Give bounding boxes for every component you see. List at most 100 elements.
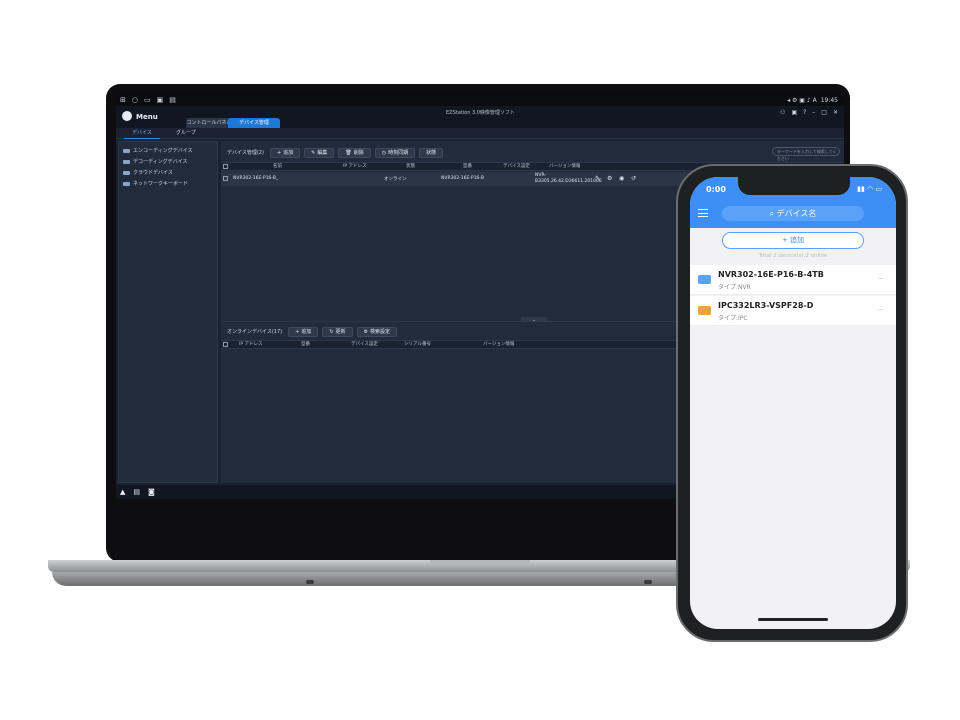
hamburger-menu-icon[interactable] — [698, 209, 708, 217]
column-header[interactable]: IP アドレス — [239, 341, 262, 349]
sidebar-item-encoding[interactable]: エンコーディングデバイス — [123, 146, 193, 156]
help-icon[interactable]: ? — [803, 109, 806, 116]
search-icon[interactable]: ○ — [132, 94, 138, 106]
device-count-title: デバイス管理(2) — [227, 150, 264, 156]
gear-icon[interactable]: ⚙ — [607, 175, 612, 182]
folder-icon[interactable]: ▤ — [169, 94, 176, 106]
column-header[interactable]: シリアル番号 — [404, 341, 431, 349]
subtab-device[interactable]: デバイス — [124, 128, 160, 139]
more-icon[interactable]: ··· — [877, 275, 884, 283]
close-icon[interactable]: ✕ — [833, 109, 838, 116]
phone-time: 0:00 — [706, 185, 726, 194]
phone-notch — [738, 177, 850, 195]
taskbar-clock: 19:45 — [820, 96, 838, 104]
list-item[interactable]: NVR302-16E-P16-B-4TB タイプ:NVR ··· — [690, 265, 896, 295]
device-total-text: Total 2 device(s),2 online — [758, 253, 828, 259]
plus-icon: + — [276, 149, 282, 156]
device-name-search[interactable]: ⌕ デバイス名 — [722, 206, 864, 221]
phone-screen: 0:00 ▮▮ ◠ ▭ ⌕ デバイス名 + 追加 Total 2 device(… — [690, 177, 896, 629]
select-all-checkbox[interactable] — [223, 164, 228, 169]
column-header[interactable]: デバイス設定 — [351, 341, 378, 349]
column-header[interactable]: 名前 — [273, 163, 282, 171]
device-name: NVR302-16E-P16-B-4TB — [718, 270, 824, 279]
user-icon[interactable]: ⚇ — [780, 109, 785, 116]
phone-header: 0:00 ▮▮ ◠ ▭ ⌕ デバイス名 — [690, 177, 896, 228]
log-icon[interactable]: ▤ — [133, 488, 140, 496]
column-header[interactable]: バージョン情報 — [483, 341, 514, 349]
more-icon[interactable]: ··· — [877, 306, 884, 314]
maximize-icon[interactable]: □ — [821, 109, 827, 116]
minimize-icon[interactable]: – — [812, 109, 815, 116]
device-toolbar: デバイス管理(2) + 追加 ✎ 編集 🗑 削除 ◷ 時刻同期 状態 — [221, 147, 444, 158]
column-header[interactable]: 状態 — [406, 163, 415, 171]
cloud-icon — [123, 171, 130, 175]
sidebar-item-cloud[interactable]: クラウドデバイス — [123, 168, 173, 178]
tab-device-management[interactable]: デバイス管理 — [228, 118, 280, 128]
system-tray: ◂ ⚙ ▣ ♪ A 19:45 — [787, 94, 838, 106]
windows-taskbar: ⊞ ○ ▭ ▣ ▤ ◂ ⚙ ▣ ♪ A 19:45 — [116, 94, 844, 106]
lock-icon[interactable]: ▣ — [791, 109, 797, 116]
refresh-button[interactable]: ↻ 更新 — [322, 326, 353, 337]
device-name: NVR302-16E-P16-B_ — [233, 176, 279, 181]
trash-icon: 🗑 — [345, 149, 352, 156]
column-header[interactable]: バージョン情報 — [549, 163, 580, 171]
sidebar-item-network-keyboard[interactable]: ネットワークキーボード — [123, 179, 188, 189]
sidebar-item-label: デコーディングデバイス — [133, 159, 188, 165]
windows-start-icon[interactable]: ⊞ — [120, 94, 126, 106]
signal-wifi-battery-icon: ▮▮ ◠ ▭ — [857, 185, 882, 193]
refresh-icon: ↻ — [329, 328, 334, 335]
ezstation-taskbar-icon[interactable]: ▣ — [157, 94, 164, 106]
pencil-icon: ✎ — [311, 149, 316, 156]
web-icon[interactable]: ◉ — [619, 175, 624, 182]
tab-control-panel[interactable]: コントロールパネル — [186, 118, 232, 128]
time-sync-button[interactable]: ◷ 時刻同期 — [374, 147, 416, 158]
column-header[interactable]: 型番 — [301, 341, 310, 349]
row-checkbox[interactable] — [223, 176, 228, 181]
clock-icon: ◷ — [381, 149, 387, 156]
laptop-foot-pad — [306, 580, 314, 584]
task-view-icon[interactable]: ▭ — [144, 94, 151, 106]
plus-icon: + — [295, 328, 300, 335]
status-button[interactable]: 状態 — [419, 147, 444, 158]
select-all-checkbox[interactable] — [223, 342, 228, 347]
add-device-button[interactable]: + 追加 — [722, 232, 864, 249]
online-count-title: オンラインデバイス(17) — [227, 329, 283, 335]
device-status: オンライン — [384, 177, 407, 182]
app-titlebar: Menu EZStation 3.0映像管理ソフト ⚇ ▣ ? – □ ✕ コン… — [116, 106, 844, 128]
keyboard-icon — [123, 182, 130, 186]
add-device-button[interactable]: + 追加 — [269, 147, 301, 158]
device-search-input[interactable]: キーワードを入力して検索してください — [772, 147, 840, 161]
sidebar-item-label: エンコーディングデバイス — [133, 148, 193, 154]
search-settings-button[interactable]: ⚙ 検索設定 — [356, 326, 398, 337]
device-type: タイプ:IPC — [718, 315, 748, 322]
edit-device-button[interactable]: ✎ 編集 — [304, 147, 335, 158]
sidebar-item-decoding[interactable]: デコーディングデバイス — [123, 157, 188, 167]
laptop-opening-notch — [430, 560, 530, 565]
menu-logo-icon[interactable] — [122, 111, 132, 121]
subtab-group[interactable]: グループ — [176, 128, 196, 139]
online-toolbar: オンラインデバイス(17) + 追加 ↻ 更新 ⚙ 検索設定 — [221, 326, 398, 337]
search-icon: ⌕ — [769, 209, 777, 218]
home-indicator[interactable] — [758, 618, 828, 621]
ipc-device-icon — [698, 306, 711, 315]
reboot-icon[interactable]: ↺ — [631, 175, 636, 182]
sidebar-item-label: ネットワークキーボード — [133, 181, 189, 187]
column-header[interactable]: デバイス設定 — [503, 163, 530, 171]
device-name: IPC332LR3-VSPF28-D — [718, 301, 814, 310]
add-online-device-button[interactable]: + 追加 — [288, 326, 319, 337]
column-header[interactable]: 型番 — [463, 163, 472, 171]
menu-label[interactable]: Menu — [136, 113, 158, 121]
encoder-icon — [123, 149, 130, 153]
device-model: NVR302-16E-P16-B — [441, 176, 484, 181]
chevron-down-icon[interactable]: ⌄ — [521, 317, 547, 322]
tray-icons[interactable]: ◂ ⚙ ▣ ♪ A — [787, 97, 817, 104]
warning-icon[interactable]: ▲ — [120, 488, 125, 496]
column-header[interactable]: IP アドレス — [343, 163, 366, 171]
record-icon[interactable]: ◙ — [148, 488, 155, 496]
decoder-icon — [123, 160, 130, 164]
sidebar-item-label: クラウドデバイス — [133, 170, 173, 176]
list-item[interactable]: IPC332LR3-VSPF28-D タイプ:IPC ··· — [690, 296, 896, 326]
delete-device-button[interactable]: 🗑 削除 — [338, 147, 371, 158]
device-version-line2: B3305.26.42.D36611.201006 — [535, 179, 602, 184]
edit-icon[interactable]: ✎ — [595, 175, 600, 182]
